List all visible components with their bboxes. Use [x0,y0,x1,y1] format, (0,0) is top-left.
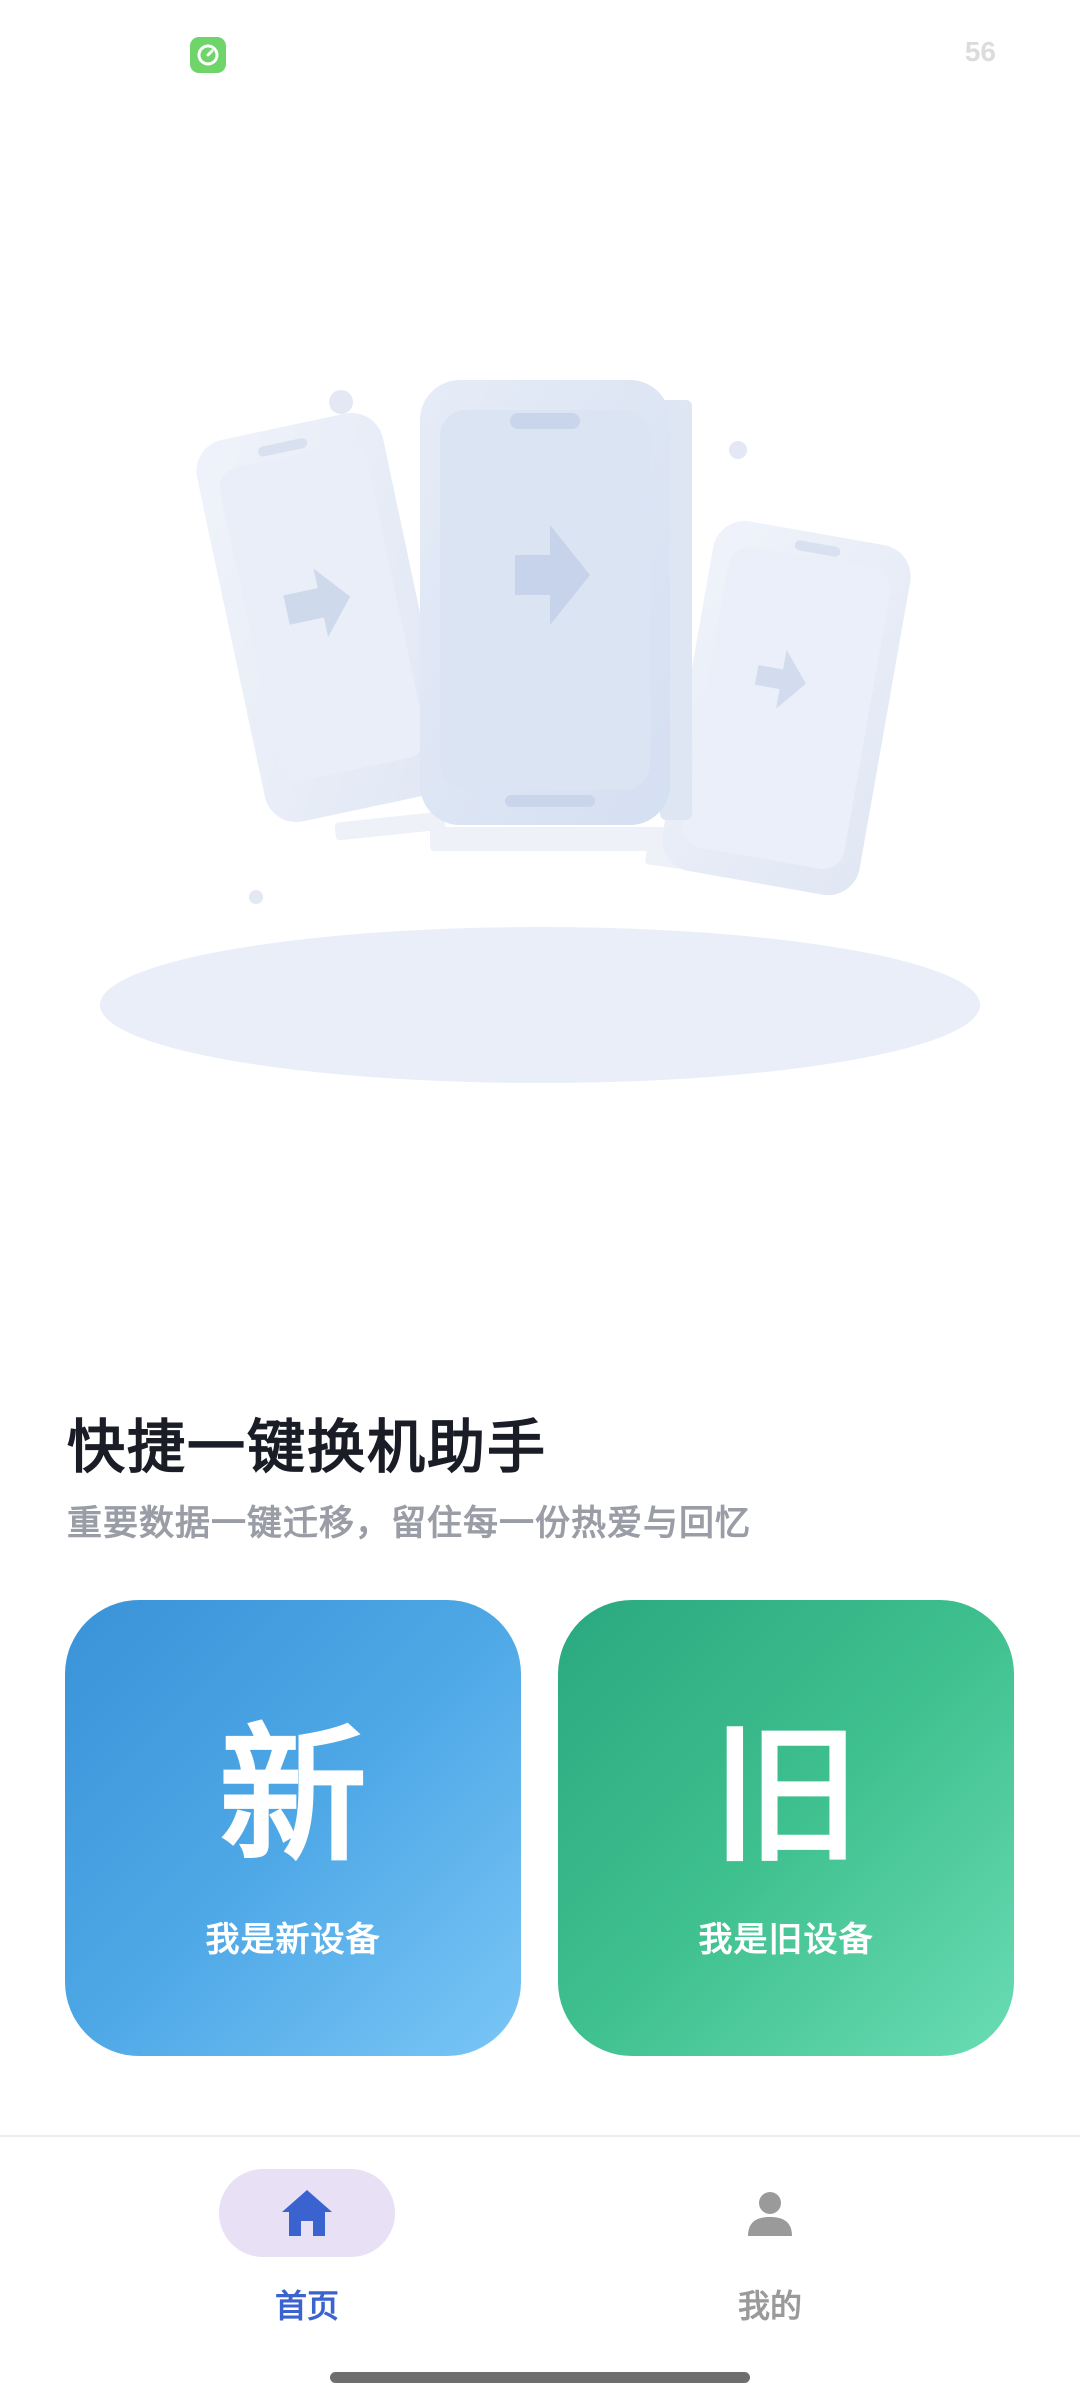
nav-tab-mine[interactable]: 我的 [670,2169,870,2329]
new-device-glyph: 新 [219,1709,367,1882]
new-device-button[interactable]: 新 我是新设备 [65,1600,521,2056]
page-title: 快捷一键换机助手 [67,1413,548,1481]
nav-home-label: 首页 [274,2287,339,2325]
nav-mine-label: 我的 [737,2287,802,2325]
nav-tab-home[interactable]: 首页 [207,2169,407,2329]
nav-mine-indicator [682,2169,858,2257]
page-subtitle: 重要数据一键迁移，留住每一份热爱与回忆 [67,1504,752,1544]
timer-app-icon [190,37,226,73]
bottom-nav: 首页 我的 [0,2137,1080,2400]
nav-home-indicator [219,2169,395,2257]
battery-level: 56 [964,36,996,67]
person-icon [748,2192,792,2236]
old-device-glyph: 旧 [712,1709,860,1882]
old-device-button[interactable]: 旧 我是旧设备 [558,1600,1014,2056]
gesture-bar[interactable] [330,2372,750,2383]
phone-transfer-illustration [100,380,980,1083]
home-icon [282,2190,332,2236]
app-screen: 56 快捷一键换机助手 重要数据一键迁移，留住每一份热爱与回忆 新 我是新设备 … [0,0,1080,2400]
new-device-label: 我是新设备 [205,1919,381,1960]
old-device-label: 我是旧设备 [698,1919,874,1960]
